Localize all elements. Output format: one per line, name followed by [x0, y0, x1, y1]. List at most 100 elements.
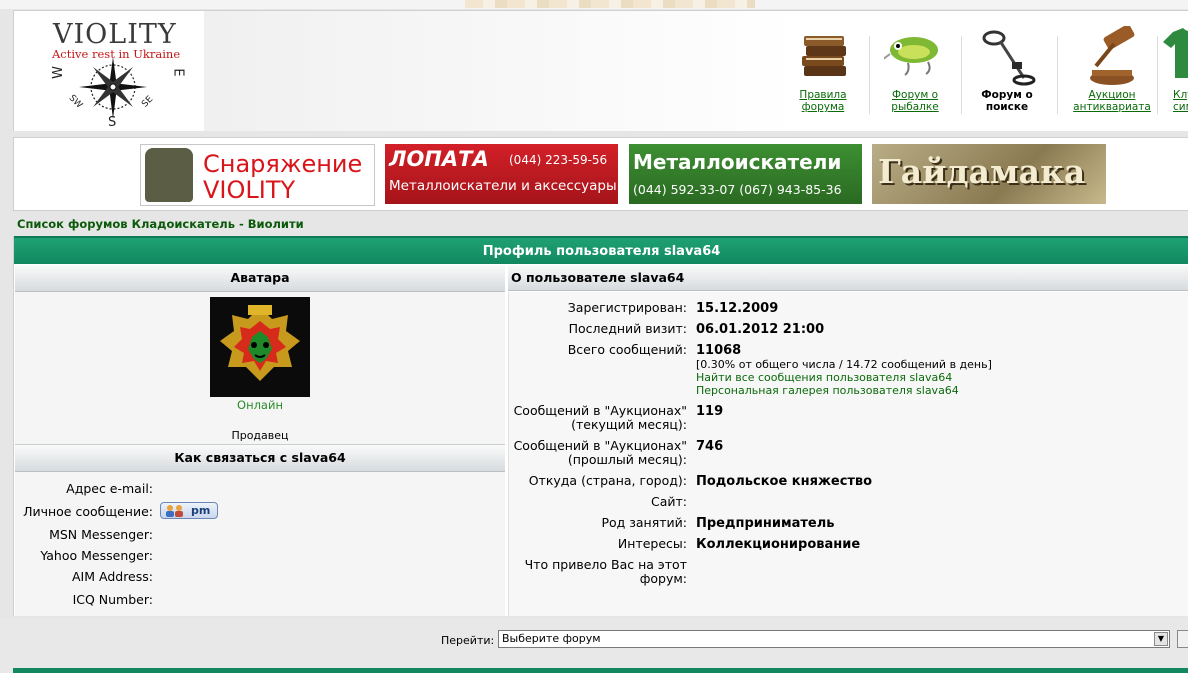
tshirt-icon — [1163, 28, 1188, 78]
banner-violity-line1: Снаряжение — [203, 150, 363, 178]
nav-auction[interactable]: Аукцион антиквариата — [1069, 26, 1154, 126]
nav-club[interactable]: Клуб символ — [1161, 26, 1188, 126]
aim-label: AIM Address: — [72, 569, 153, 584]
icq-label: ICQ Number: — [72, 592, 153, 607]
auction-prev-label-2: (прошлый месяц): — [567, 452, 687, 467]
banner-metal-phones: (044) 592-33-07 (067) 943-85-36 — [633, 182, 842, 197]
nav-divider — [1057, 36, 1058, 114]
decorative-border — [465, 0, 755, 8]
contact-pm-row: Личное сообщение: pm — [15, 502, 505, 524]
yahoo-label: Yahoo Messenger: — [40, 548, 153, 563]
contact-email-row: Адрес e-mail: — [15, 481, 505, 501]
nav-divider — [961, 36, 962, 114]
nav-fishing[interactable]: Форум о рыбалке — [871, 26, 956, 126]
pm-button-label: pm — [191, 504, 211, 517]
auction-prev-value: 746 — [696, 439, 724, 454]
email-label: Адрес e-mail: — [66, 481, 153, 496]
avatar — [210, 297, 310, 397]
auction-current-label-2: (текущий месяц): — [571, 417, 687, 432]
nav-club-label: Клуб символ — [1173, 89, 1188, 113]
contact-yahoo-row: Yahoo Messenger: — [15, 548, 505, 568]
user-rank: Продавец — [231, 429, 289, 442]
contact-icq-row: ICQ Number: — [15, 592, 505, 612]
banner-metal-title: Металлоискатели — [633, 150, 842, 174]
contact-header: Как связаться с slava64 — [15, 444, 505, 472]
nav-divider — [1157, 36, 1158, 114]
site-header: VIOLITY Active rest in Ukraine W E SW SE… — [13, 10, 1188, 131]
posts-value: 11068 — [696, 343, 742, 358]
breadcrumb[interactable]: Список форумов Кладоискатель - Виолити — [17, 217, 304, 231]
avatar-header: Аватара — [15, 265, 505, 292]
interests-label: Интересы: — [617, 536, 687, 551]
nav-auction-label: Аукцион антиквариата — [1073, 89, 1151, 113]
pm-button[interactable]: pm — [160, 502, 218, 519]
forum-jump-selected: Выберите форум — [502, 632, 601, 645]
contact-aim-row: AIM Address: — [15, 569, 505, 589]
header-gradient — [204, 11, 804, 131]
banner-violity-gear[interactable]: Снаряжение VIOLITY — [140, 144, 375, 206]
compass-icon — [79, 57, 147, 119]
gavel-icon — [1089, 26, 1134, 85]
site-logo[interactable]: VIOLITY Active rest in Ukraine W E SW SE… — [50, 17, 190, 130]
auction-current-label-1: Сообщений в "Аукционах" — [513, 403, 687, 418]
banner-lopata-sub: Металлоискатели и аксессуары — [389, 178, 617, 194]
banner-haidamaka[interactable]: Гайдамака — [872, 144, 1106, 204]
chevron-down-icon[interactable]: ▼ — [1154, 632, 1168, 646]
left-column: Онлайн Продавец Как связаться с slava64 … — [15, 292, 505, 616]
banner-lopata-title: ЛОПАТА — [389, 147, 489, 171]
nav-search-label: Форум о поиске — [981, 89, 1033, 113]
banner-row: Снаряжение VIOLITY ЛОПАТА (044) 223-59-5… — [13, 137, 1188, 211]
gallery-link[interactable]: Персональная галерея пользователя slava6… — [696, 384, 959, 397]
auction-prev-label-1: Сообщений в "Аукционах" — [513, 438, 687, 453]
online-status: Онлайн — [237, 398, 283, 412]
reason-label-1: Что привело Вас на этот — [524, 557, 687, 572]
registered-value: 15.12.2009 — [696, 301, 779, 316]
location-value: Подольское княжество — [696, 474, 873, 489]
auction-current-value: 119 — [696, 404, 724, 419]
vest-image — [145, 148, 193, 202]
contact-msn-row: MSN Messenger: — [15, 527, 505, 547]
last-visit-label: Последний визит: — [568, 321, 687, 336]
footer-bar — [13, 668, 1188, 673]
registered-label: Зарегистрирован: — [567, 300, 687, 315]
location-label: Откуда (страна, город): — [528, 473, 687, 488]
users-icon — [166, 505, 183, 517]
banner-violity-line2: VIOLITY — [203, 176, 296, 204]
msn-label: MSN Messenger: — [49, 527, 153, 542]
nav-icons: Правила форума Форум о рыбалке Форум о п — [781, 26, 1188, 131]
occupation-value: Предприниматель — [696, 516, 835, 531]
page-title: Профиль пользователя slava64 — [14, 236, 1188, 264]
reason-label-2: форум: — [639, 571, 687, 586]
nav-rules[interactable]: Правила форума — [781, 26, 866, 126]
banner-lopata[interactable]: ЛОПАТА (044) 223-59-56 Металлоискатели и… — [385, 144, 618, 204]
lion-emblem-icon — [210, 297, 310, 397]
jump-label: Перейти: — [441, 634, 495, 647]
occupation-label: Род занятий: — [601, 515, 687, 530]
forum-jump-select[interactable]: Выберите форум ▼ — [498, 630, 1170, 648]
banner-metalloiskateli[interactable]: Металлоискатели (044) 592-33-07 (067) 94… — [629, 144, 862, 204]
posts-label: Всего сообщений: — [567, 342, 687, 357]
pm-label: Личное сообщение: — [23, 504, 153, 519]
nav-divider — [869, 36, 870, 114]
banner-lopata-phone: (044) 223-59-56 — [509, 153, 608, 167]
about-header: О пользователе slava64 — [508, 265, 1188, 291]
interests-value: Коллекционирование — [696, 537, 861, 552]
metal-detector-icon — [982, 30, 1035, 86]
compass-w: W — [50, 66, 66, 79]
nav-fishing-label: Форум о рыбалке — [891, 89, 939, 113]
nav-rules-label: Правила форума — [799, 89, 847, 113]
compass-s: S — [108, 115, 117, 130]
find-posts-link[interactable]: Найти все сообщения пользователя slava64 — [696, 371, 952, 384]
fishing-lure-icon — [883, 37, 938, 76]
top-strip — [0, 0, 1188, 9]
last-visit-value: 06.01.2012 21:00 — [696, 322, 825, 337]
site-label: Сайт: — [650, 494, 687, 509]
compass-e: E — [170, 68, 186, 77]
books-icon — [801, 36, 846, 76]
profile-table: Профиль пользователя slava64 Аватара О п… — [13, 236, 1188, 616]
right-column: Зарегистрирован: 15.12.2009 Последний ви… — [508, 292, 1188, 616]
go-button[interactable] — [1177, 630, 1188, 648]
banner-haidamaka-title: Гайдамака — [878, 152, 1086, 191]
posts-detail: [0.30% от общего числа / 14.72 сообщений… — [696, 358, 992, 371]
nav-search[interactable]: Форум о поиске — [963, 26, 1048, 126]
